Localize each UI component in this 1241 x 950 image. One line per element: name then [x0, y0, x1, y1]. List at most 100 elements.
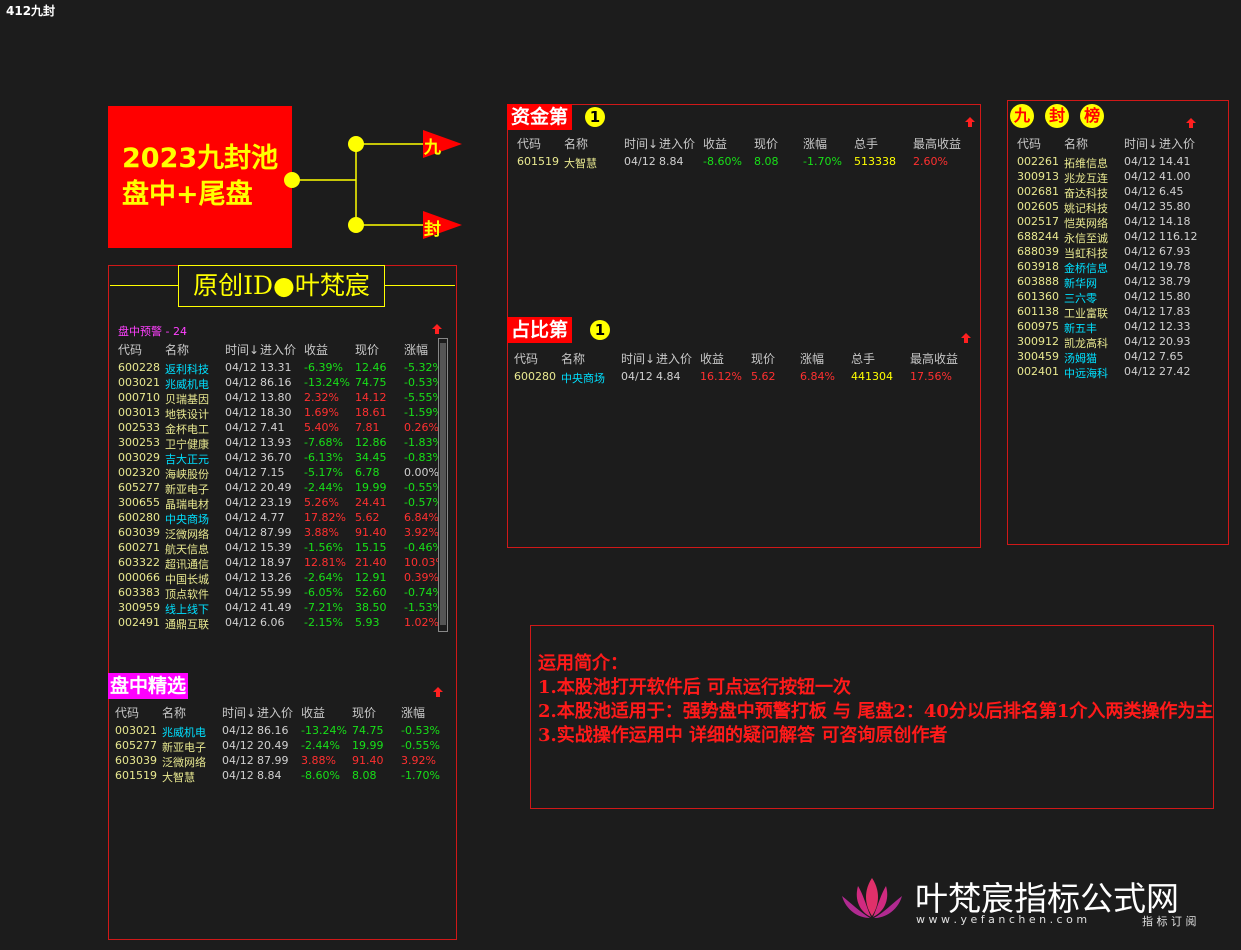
header-entry[interactable]: 进入价: [659, 135, 695, 152]
table-row[interactable]: 002491 通鼎互联 04/12 6.06 -2.15% 5.93 1.02%: [118, 616, 438, 631]
table-row[interactable]: 601519 大智慧 04/12 8.84 -8.60% 8.08 -1.70%: [115, 769, 445, 784]
table-row[interactable]: 003013 地铁设计 04/1218.30 1.69% 18.61 -1.59%: [118, 406, 438, 421]
header-profit[interactable]: 收益: [703, 135, 727, 152]
table-row[interactable]: 600280 中央商场 04/12 4.84 16.12% 5.62 6.84% 441304…: [514, 370, 974, 385]
table-row[interactable]: 600228 返利科技 04/1213.31 -6.39% 12.46 -5.32%: [118, 361, 438, 376]
table-row[interactable]: 002401 中远海科 04/12 27.42: [1017, 365, 1222, 379]
table-row[interactable]: 605277 新亚电子 04/1220.49 -2.44% 19.99 -0.55%: [118, 481, 438, 496]
table-row[interactable]: 300912 凯龙高科 04/12 20.93: [1017, 335, 1222, 350]
ratio-panel-sort-icon[interactable]: [960, 332, 972, 344]
cell-time: 04/12: [1124, 320, 1156, 333]
table-row[interactable]: 600271 航天信息 04/1215.39 -1.56% 15.15 -0.46%: [118, 541, 438, 556]
table-row[interactable]: 300913 兆龙互连 04/12 41.00: [1017, 170, 1222, 185]
header-entry[interactable]: 进入价: [257, 704, 293, 721]
header-profit[interactable]: 收益: [301, 704, 325, 721]
header-name[interactable]: 名称: [564, 135, 588, 152]
header-max-profit[interactable]: 最高收益: [913, 135, 961, 152]
header-profit[interactable]: 收益: [304, 341, 328, 358]
header-max-profit[interactable]: 最高收益: [910, 350, 958, 367]
header-name[interactable]: 名称: [162, 704, 186, 721]
rank-panel-sort-icon[interactable]: [1185, 117, 1197, 129]
table-row[interactable]: 688039 当虹科技 04/12 67.93: [1017, 245, 1222, 260]
header-change[interactable]: 涨幅: [800, 350, 824, 367]
table-row[interactable]: 603888 新华网 04/12 38.79: [1017, 275, 1222, 290]
header-name[interactable]: 名称: [561, 350, 585, 367]
table-row[interactable]: 002517 恺英网络 04/12 14.18: [1017, 215, 1222, 230]
table-row[interactable]: 002320 海峡股份 04/12 7.15 -5.17% 6.78 0.00%: [118, 466, 438, 481]
table-row[interactable]: 603322 超讯通信 04/1218.97 12.81% 21.40 10.03%: [118, 556, 438, 571]
alert-panel-scrollbar[interactable]: [438, 338, 448, 632]
table-row[interactable]: 600975 新五丰 04/12 12.33: [1017, 320, 1222, 335]
table-row[interactable]: 300253 卫宁健康 04/1213.93 -7.68% 12.86 -1.83%: [118, 436, 438, 451]
header-entry[interactable]: 进入价: [1159, 135, 1195, 152]
table-row[interactable]: 601519 大智慧 04/12 8.84 -8.60% 8.08 -1.70% 513338…: [517, 155, 977, 170]
table-row[interactable]: 603039 泛微网络 04/12 87.99 3.88% 91.40 3.92%: [118, 526, 438, 541]
cell-name: 三六零: [1064, 292, 1097, 305]
fund-panel-sort-icon[interactable]: [964, 116, 976, 128]
header-change[interactable]: 涨幅: [401, 704, 425, 721]
cell-price: 52.60: [355, 586, 387, 599]
cell-time: 04/12: [1124, 200, 1156, 213]
header-price[interactable]: 现价: [355, 341, 379, 358]
cell-code: 688244: [1017, 230, 1059, 243]
header-code[interactable]: 代码: [517, 135, 541, 152]
cell-price: 19.99: [352, 739, 384, 752]
table-row[interactable]: 300459 汤姆猫 04/12 7.65: [1017, 350, 1222, 365]
header-price[interactable]: 现价: [754, 135, 778, 152]
cell-max-profit: 17.56%: [910, 370, 952, 383]
table-row[interactable]: 601138 工业富联 04/12 17.83: [1017, 305, 1222, 320]
table-row[interactable]: 603039 泛微网络 04/12 87.99 3.88% 91.40 3.92%: [115, 754, 445, 769]
select-panel-sort-icon[interactable]: [432, 686, 444, 698]
scrollbar-thumb[interactable]: [440, 343, 446, 625]
header-code[interactable]: 代码: [514, 350, 538, 367]
table-row[interactable]: 002261 拓维信息 04/12 14.41: [1017, 155, 1222, 170]
cell-time: 04/12: [1124, 215, 1156, 228]
cell-change: 0.39%: [404, 571, 438, 584]
header-code[interactable]: 代码: [118, 341, 142, 358]
header-profit[interactable]: 收益: [700, 350, 724, 367]
table-row[interactable]: 600280 中央商场 04/12 4.77 17.82% 5.62 6.84%: [118, 511, 438, 526]
cell-profit: -2.44%: [301, 739, 340, 752]
cell-entry: 8.84: [659, 155, 684, 168]
table-row[interactable]: 603918 金桥信息 04/12 19.78: [1017, 260, 1222, 275]
header-time[interactable]: 时间↓: [222, 704, 256, 721]
table-row[interactable]: 002681 奋达科技 04/12 6.45: [1017, 185, 1222, 200]
header-price[interactable]: 现价: [751, 350, 775, 367]
table-row[interactable]: 000066 中国长城 04/12 13.26 -2.64% 12.91 0.39%: [118, 571, 438, 586]
header-time[interactable]: 时间↓: [621, 350, 655, 367]
header-name[interactable]: 名称: [165, 341, 189, 358]
table-row[interactable]: 002605 姚记科技 04/12 35.80: [1017, 200, 1222, 215]
header-time[interactable]: 时间↓: [225, 341, 259, 358]
alert-panel-sort-icon[interactable]: [431, 323, 443, 335]
table-row[interactable]: 688244 永信至诚 04/12 116.12: [1017, 230, 1222, 245]
header-volume[interactable]: 总手: [854, 135, 878, 152]
header-code[interactable]: 代码: [115, 704, 139, 721]
header-entry[interactable]: 进入价: [656, 350, 692, 367]
header-entry[interactable]: 进入价: [260, 341, 296, 358]
cell-price: 5.62: [751, 370, 776, 383]
header-code[interactable]: 代码: [1017, 135, 1041, 152]
table-row[interactable]: 003021 兆威机电 04/1286.16 -13.24% 74.75 -0.53%: [115, 724, 445, 739]
cell-price: 74.75: [355, 376, 387, 389]
table-row[interactable]: 003021 兆威机电 04/1286.16 -13.24% 74.75 -0.53%: [118, 376, 438, 391]
table-row[interactable]: 000710 贝瑞基因 04/1213.80 2.32% 14.12 -5.55%: [118, 391, 438, 406]
header-name[interactable]: 名称: [1064, 135, 1088, 152]
header-time[interactable]: 时间↓: [624, 135, 658, 152]
table-row[interactable]: 603383 顶点软件 04/1255.99 -6.05% 52.60 -0.74%: [118, 586, 438, 601]
header-time[interactable]: 时间↓: [1124, 135, 1158, 152]
cell-time: 04/12: [225, 376, 257, 389]
header-change[interactable]: 涨幅: [404, 341, 428, 358]
fund-panel-title-text: 资金第: [511, 106, 569, 128]
header-change[interactable]: 涨幅: [803, 135, 827, 152]
table-row[interactable]: 605277 新亚电子 04/1220.49 -2.44% 19.99 -0.55%: [115, 739, 445, 754]
header-price[interactable]: 现价: [352, 704, 376, 721]
table-row[interactable]: 003029 吉大正元 04/1236.70 -6.13% 34.45 -0.83%: [118, 451, 438, 466]
table-row[interactable]: 300655 晶瑞电材 04/1223.19 5.26% 24.41 -0.57%: [118, 496, 438, 511]
header-volume[interactable]: 总手: [851, 350, 875, 367]
table-row[interactable]: 300959 线上线下 04/1241.49 -7.21% 38.50 -1.53%: [118, 601, 438, 616]
cell-name: 奋达科技: [1064, 187, 1108, 200]
cell-entry: 15.39: [260, 541, 292, 554]
table-row[interactable]: 601360 三六零 04/12 15.80: [1017, 290, 1222, 305]
cell-change: -0.83%: [404, 451, 438, 464]
table-row[interactable]: 002533 金杯电工 04/12 7.41 5.40% 7.81 0.26%: [118, 421, 438, 436]
